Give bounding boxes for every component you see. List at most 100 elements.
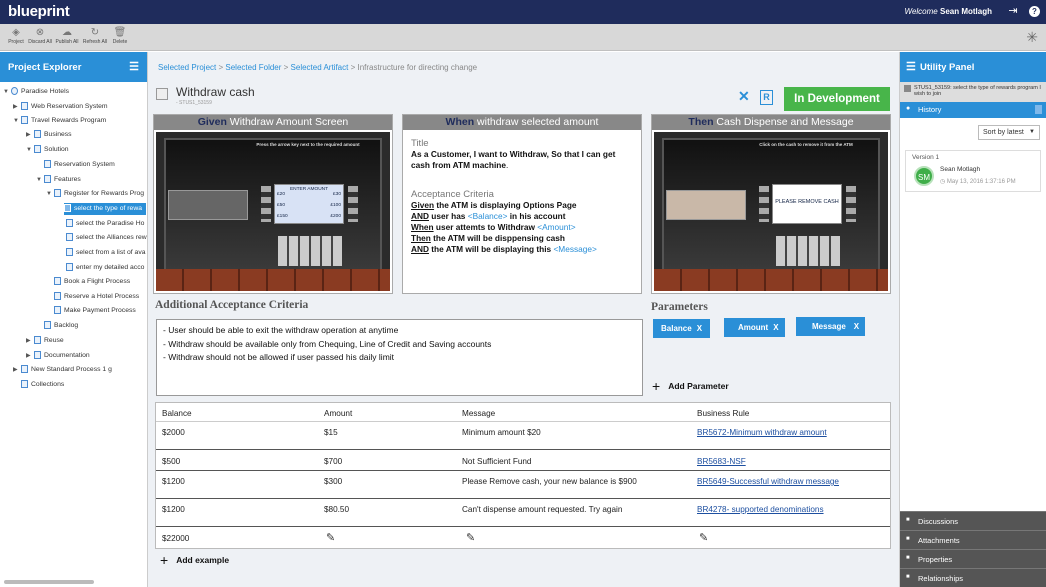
tree-item[interactable]: ▶ Documentation	[26, 350, 90, 362]
tree-item[interactable]: ▶ Business	[26, 129, 72, 141]
tree-item-selected[interactable]: select the type of rewa	[64, 203, 147, 215]
caret-right-icon[interactable]: ▶	[26, 129, 34, 141]
tree-item[interactable]: ▶ Web Reservation System	[13, 101, 108, 113]
remove-icon[interactable]: X	[854, 322, 859, 331]
tree-item[interactable]: Collections	[21, 379, 64, 391]
parameter-chip-message[interactable]: Message X	[796, 317, 866, 336]
caret-down-icon[interactable]: ▼	[3, 86, 11, 98]
sort-select[interactable]: Sort by latest ▼	[978, 125, 1040, 140]
business-rule-link[interactable]: BR5683-NSF	[697, 457, 746, 466]
logout-icon[interactable]: ⇥	[1006, 4, 1020, 18]
caret-down-icon[interactable]: ▼	[36, 174, 44, 186]
tree-item[interactable]: select the Alliances rew	[66, 232, 147, 244]
artifact-title[interactable]: Withdraw cash	[176, 85, 255, 99]
column-header[interactable]: Message	[462, 409, 495, 418]
table-row-new[interactable]: $22000 ✎ ✎ ✎	[156, 527, 890, 548]
refresh-icon: ↻	[90, 27, 100, 38]
cell-balance-input[interactable]: $22000	[162, 534, 189, 543]
tree-item[interactable]: Reservation System	[44, 159, 115, 171]
delete-button[interactable]: 🗑 Delete	[107, 26, 133, 45]
review-icon[interactable]: R	[760, 90, 773, 105]
caret-down-icon[interactable]: ▼	[13, 115, 21, 127]
business-rule-link[interactable]: BR4278- supported denominations	[697, 505, 824, 514]
criteria-item: - Withdraw should not be allowed if user…	[163, 352, 395, 362]
tools-icon[interactable]: ✕	[738, 88, 750, 105]
discussions-tab[interactable]: ■ Discussions	[900, 511, 1046, 530]
breadcrumb-project[interactable]: Selected Project	[158, 63, 216, 72]
breadcrumb-folder[interactable]: Selected Folder	[225, 63, 281, 72]
edit-rule-icon[interactable]: ✎	[699, 531, 708, 544]
column-header[interactable]: Business Rule	[697, 409, 749, 418]
status-badge[interactable]: In Development	[784, 87, 890, 111]
given-atm-image[interactable]: Press the arrow key next to the required…	[156, 132, 390, 291]
remove-icon[interactable]: X	[697, 324, 702, 333]
additional-criteria-box[interactable]: - User should be able to exit the withdr…	[156, 319, 643, 396]
tree-item[interactable]: ▼ Solution	[26, 144, 69, 156]
tree-item[interactable]: ▼ Features	[36, 174, 81, 186]
discard-all-button[interactable]: ⊗ Discard All	[27, 26, 53, 45]
tree-item[interactable]: ▼ Travel Rewards Program	[13, 115, 106, 127]
column-header[interactable]: Amount	[324, 409, 352, 418]
criterion-placeholder: <Amount>	[537, 222, 576, 232]
relationships-tab[interactable]: ■ Relationships	[900, 568, 1046, 587]
table-row[interactable]: $1200 $300 Please Remove cash, your new …	[156, 471, 890, 499]
edit-amount-icon[interactable]: ✎	[326, 531, 335, 544]
edit-message-icon[interactable]: ✎	[466, 531, 475, 544]
network-icon[interactable]: ✳	[1026, 29, 1038, 46]
caret-right-icon[interactable]: ▶	[26, 335, 34, 347]
parameter-chip-amount[interactable]: Amount X	[724, 318, 785, 337]
then-atm-image[interactable]: Click on the cash to remove it from the …	[654, 132, 888, 291]
add-parameter-button[interactable]: + Add Parameter	[652, 378, 729, 394]
caret-right-icon[interactable]: ▶	[26, 350, 34, 362]
version-card[interactable]: Version 1 SM Sean Motlagh ◷ May 13, 2016…	[905, 150, 1041, 192]
tree-item[interactable]: ▼ Paradise Hotels	[3, 86, 69, 98]
sort-label: Sort by latest	[983, 129, 1024, 136]
caret-down-icon[interactable]: ▼	[26, 144, 34, 156]
menu-icon[interactable]: ☰	[129, 60, 139, 73]
menu-icon[interactable]: ☰	[906, 60, 916, 73]
tree-item[interactable]: select from a list of ava	[66, 247, 146, 259]
breadcrumb-artifact[interactable]: Selected Artifact	[291, 63, 349, 72]
business-rule-link[interactable]: BR5672-Minimum withdraw amount	[697, 428, 827, 437]
caret-down-icon[interactable]: ▼	[46, 188, 54, 200]
help-icon[interactable]: ?	[1029, 6, 1040, 17]
tree-item[interactable]: select the Paradise Ho	[66, 218, 144, 230]
caret-right-icon[interactable]: ▶	[13, 364, 21, 376]
tree-item-label: Register for Rewards Prog	[64, 190, 145, 197]
tree-item[interactable]: ▼ Register for Rewards Prog	[46, 188, 144, 200]
document-icon	[44, 160, 51, 169]
scrollbar[interactable]	[1035, 105, 1042, 114]
user-name[interactable]: Sean Motlagh	[940, 7, 992, 16]
history-tab[interactable]: ● History	[900, 102, 1046, 118]
table-row[interactable]: $500 $700 Not Sufficient Fund BR5683-NSF	[156, 450, 890, 471]
horizontal-scrollbar[interactable]	[4, 580, 94, 584]
tree-item[interactable]: ▶ New Standard Process 1 g	[13, 364, 112, 376]
refresh-all-button[interactable]: ↻ Refresh All	[82, 26, 108, 45]
main-content: Selected Project > Selected Folder > Sel…	[148, 52, 899, 587]
tree-item[interactable]: Make Payment Process	[54, 305, 136, 317]
table-row[interactable]: $1200 $80.50 Can't dispense amount reque…	[156, 499, 890, 527]
story-icon	[66, 263, 73, 272]
tree-item[interactable]: Reserve a Hotel Process	[54, 291, 139, 303]
tree-item[interactable]: enter my detailed acco	[66, 262, 144, 274]
remove-icon[interactable]: X	[773, 323, 778, 332]
avatar: SM	[914, 166, 934, 186]
tree-item[interactable]: Book a Flight Process	[54, 276, 130, 288]
amount-left: £50	[277, 203, 286, 208]
tree-item[interactable]: Backlog	[44, 320, 78, 332]
top-bar: blueprint Welcome Sean Motlagh ⇥ ?	[0, 0, 1046, 24]
table-row[interactable]: $2000 $15 Minimum amount $20 BR5672-Mini…	[156, 422, 890, 450]
project-button[interactable]: ◈ Project	[3, 26, 29, 45]
cash-slot	[666, 190, 746, 220]
attachments-tab[interactable]: ■ Attachments	[900, 530, 1046, 549]
when-body[interactable]: Title As a Customer, I want to Withdraw,…	[403, 130, 641, 261]
publish-all-button[interactable]: ☁ Publish All	[54, 26, 80, 45]
business-rule-link[interactable]: BR5649-Successful withdraw message	[697, 477, 839, 486]
add-example-button[interactable]: + Add example	[160, 552, 229, 568]
criteria-item: - Withdraw should be available only from…	[163, 338, 492, 349]
caret-right-icon[interactable]: ▶	[13, 101, 21, 113]
tree-item[interactable]: ▶ Reuse	[26, 335, 64, 347]
column-header[interactable]: Balance	[162, 409, 192, 418]
parameter-chip-balance[interactable]: Balance X	[653, 319, 711, 338]
properties-tab[interactable]: ■ Properties	[900, 549, 1046, 568]
